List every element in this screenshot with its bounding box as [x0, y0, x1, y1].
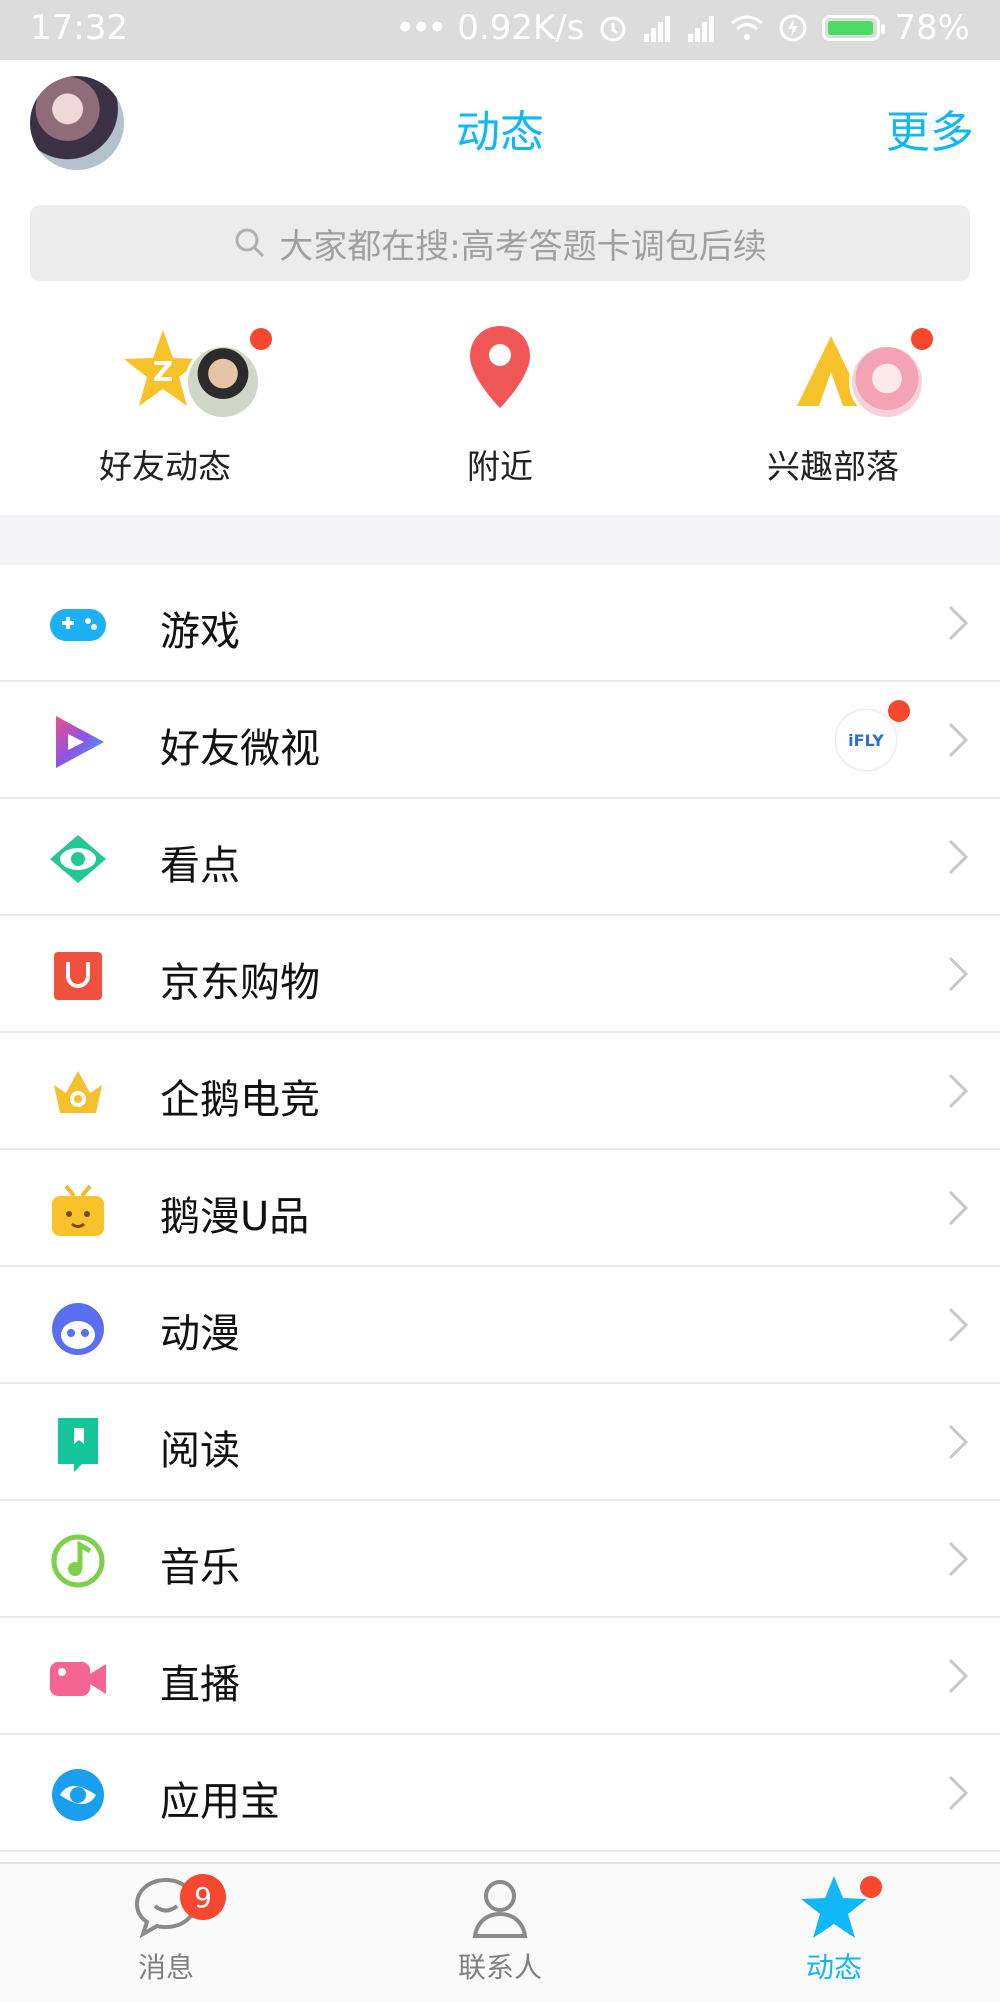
chevron-right-icon: [948, 1541, 969, 1577]
network-speed: 0.92K/s: [457, 8, 585, 48]
list-item-game[interactable]: 游戏: [0, 565, 1000, 682]
jd-shopping-icon: [54, 952, 102, 1000]
list-item-label: 应用宝: [160, 1779, 280, 1825]
alarm-icon: [600, 16, 626, 42]
more-button[interactable]: 更多: [886, 96, 974, 160]
list-item-label: 游戏: [160, 609, 240, 655]
eye-icon: [50, 835, 106, 883]
tab-contacts[interactable]: 联系人: [400, 1874, 600, 1986]
chevron-right-icon: [948, 1307, 969, 1343]
tribe-avatar: [849, 344, 925, 420]
status-time: 17:32: [30, 8, 128, 48]
tv-face-icon: [52, 1184, 104, 1236]
red-dot: [250, 328, 272, 350]
list-item-weishi[interactable]: 好友微视 iFLY: [0, 682, 1000, 799]
wifi-icon: [731, 15, 764, 40]
battery-icon: [822, 15, 886, 41]
status-bar: 17:32 ••• 0.92K/s 78%: [0, 0, 1000, 60]
search-icon: [235, 228, 265, 258]
quick-links: Z 好友动态 附近 兴趣部落: [0, 318, 1000, 498]
list-item-label: 音乐: [160, 1545, 240, 1591]
list-item-label: 好友微视: [160, 726, 320, 772]
tab-label: 消息: [137, 1951, 194, 1984]
search-placeholder: 大家都在搜:高考答题卡调包后续: [279, 226, 767, 267]
friend-avatar: [185, 344, 261, 420]
list-item-label: 鹅漫U品: [160, 1194, 310, 1240]
more-dots-icon: •••: [395, 8, 447, 48]
bottom-tab-bar: 消息 9 联系人 动态: [0, 1862, 1000, 2002]
section-divider: [0, 515, 1000, 565]
quick-label: 附近: [467, 447, 533, 486]
signal-icon-2: [688, 16, 715, 42]
quick-label: 好友动态: [99, 447, 231, 486]
tab-label: 动态: [805, 1951, 862, 1984]
list-item-label: 阅读: [160, 1428, 240, 1474]
tab-messages[interactable]: 消息 9: [66, 1874, 266, 1986]
tab-moments[interactable]: 动态: [734, 1874, 934, 1986]
video-camera-icon: [50, 1662, 106, 1696]
list-item-live[interactable]: 直播: [0, 1618, 1000, 1735]
chevron-right-icon: [948, 1073, 969, 1109]
list-item-appstore[interactable]: 应用宝: [0, 1735, 1000, 1852]
red-dot: [911, 328, 933, 350]
red-dot: [888, 700, 910, 722]
chevron-right-icon: [948, 839, 969, 875]
quick-friend-feed[interactable]: Z 好友动态: [35, 318, 295, 488]
location-pin-icon: [470, 326, 530, 408]
chevron-right-icon: [948, 956, 969, 992]
red-dot: [860, 1876, 882, 1898]
list-item-jd[interactable]: 京东购物: [0, 916, 1000, 1033]
charging-icon: [779, 14, 807, 42]
weishi-play-icon: [56, 716, 104, 768]
ifly-avatar: iFLY: [836, 710, 896, 770]
list-item-label: 看点: [160, 843, 240, 889]
list-item-music[interactable]: 音乐: [0, 1501, 1000, 1618]
esports-crown-icon: [54, 1071, 102, 1113]
list-item-anime[interactable]: 动漫: [0, 1267, 1000, 1384]
list-item-eman[interactable]: 鹅漫U品: [0, 1150, 1000, 1267]
chevron-right-icon: [948, 1658, 969, 1694]
unread-badge: 9: [180, 1874, 226, 1920]
list-item-kandian[interactable]: 看点: [0, 799, 1000, 916]
chevron-right-icon: [948, 1190, 969, 1226]
bookmark-icon: [58, 1418, 98, 1472]
anime-face-icon: [52, 1303, 104, 1355]
music-note-icon: [51, 1534, 105, 1588]
menu-list: 游戏 好友微视 iFLY 看点 京东购物 企鹅电竞 鹅漫U品 动漫 阅读 音乐 …: [0, 565, 1000, 1852]
quick-nearby[interactable]: 附近: [370, 318, 630, 488]
page-title: 动态: [456, 107, 544, 158]
gamepad-icon: [50, 609, 106, 641]
app-store-icon: [52, 1769, 104, 1821]
quick-label: 兴趣部落: [767, 447, 899, 486]
chevron-right-icon: [948, 722, 969, 758]
star-icon: [801, 1876, 867, 1938]
list-item-label: 企鹅电竞: [160, 1077, 320, 1123]
chevron-right-icon: [948, 1775, 969, 1811]
contact-person-icon: [472, 1880, 528, 1938]
list-item-esports[interactable]: 企鹅电竞: [0, 1033, 1000, 1150]
chevron-right-icon: [948, 605, 969, 641]
quick-tribe[interactable]: 兴趣部落: [703, 318, 963, 488]
list-item-label: 动漫: [160, 1311, 240, 1357]
svg-text:Z: Z: [153, 355, 173, 388]
list-item-reading[interactable]: 阅读: [0, 1384, 1000, 1501]
search-bar[interactable]: 大家都在搜:高考答题卡调包后续: [30, 205, 970, 281]
list-item-label: 京东购物: [160, 960, 320, 1006]
tab-label: 联系人: [457, 1951, 542, 1984]
status-icons: ••• 0.92K/s 78%: [395, 8, 970, 48]
list-item-label: 直播: [160, 1662, 240, 1708]
signal-icon: [644, 16, 671, 42]
battery-percent: 78%: [894, 8, 970, 48]
chevron-right-icon: [948, 1424, 969, 1460]
app-header: 动态 更多: [0, 60, 1000, 190]
